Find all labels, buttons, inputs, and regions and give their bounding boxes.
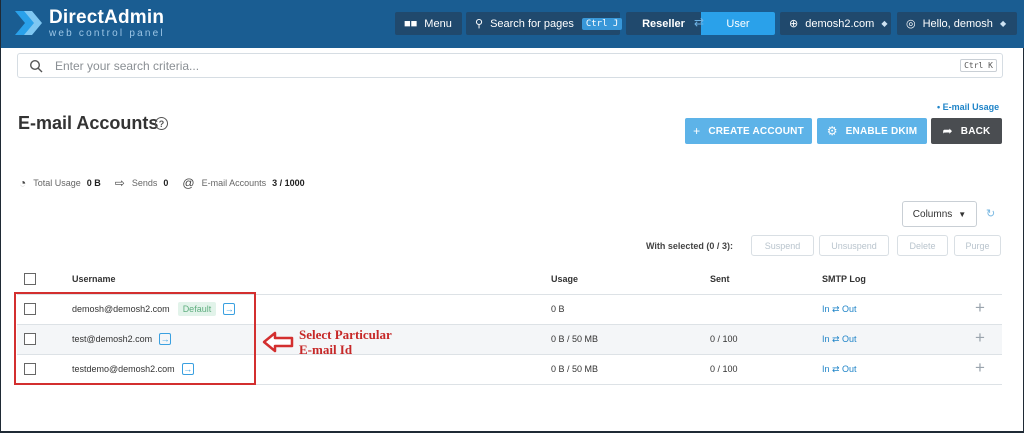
arrow-right-icon: ➦ [942, 124, 953, 138]
sent-cell: 0 / 100 [710, 334, 738, 344]
expand-plus-icon[interactable]: + [975, 298, 985, 318]
usage-cell: 0 B / 50 MB [551, 364, 599, 374]
role-switcher[interactable]: Reseller ⇄ User [626, 12, 775, 35]
column-header-username[interactable]: Username [72, 274, 116, 284]
search-pages-label: Search for pages [490, 17, 574, 30]
search-icon: ⚲ [475, 18, 484, 30]
page-title: E-mail Accounts [18, 113, 159, 133]
send-icon: ⇨ [114, 176, 125, 190]
user-circle-icon: ◎ [906, 18, 916, 30]
caret-down-icon: ▼ [958, 209, 967, 219]
domain-label: demosh2.com [805, 17, 875, 30]
columns-label: Columns [912, 208, 953, 220]
total-usage-value: 0 B [86, 178, 101, 188]
search-shortcut: Ctrl J [581, 17, 623, 30]
sends-label: Sends [131, 178, 158, 188]
column-header-smtp-log[interactable]: SMTP Log [822, 274, 866, 284]
gear-icon: ⚙ [826, 124, 838, 138]
refresh-icon[interactable]: ↻ [986, 207, 995, 220]
usage-cell: 0 B [551, 304, 565, 314]
grid-icon: ■■ [404, 17, 418, 30]
search-shortcut-hint: Ctrl K [960, 59, 997, 72]
swap-icon: ⇄ [694, 15, 705, 29]
domain-selector[interactable]: ⊕ demosh2.com ◆ [780, 12, 891, 35]
chevron-updown-icon: ◆ [999, 19, 1007, 28]
purge-button[interactable]: Purge [954, 235, 1001, 256]
usage-cell: 0 B / 50 MB [551, 334, 599, 344]
menu-button[interactable]: ■■ Menu [395, 12, 462, 35]
chevron-updown-icon: ◆ [881, 19, 888, 28]
sent-cell: 0 / 100 [710, 364, 738, 374]
hello-label: Hello, demosh [922, 17, 993, 30]
with-selected-label: With selected (0 / 3): [646, 241, 733, 251]
menu-label: Menu [424, 17, 452, 30]
email-accounts-value: 3 / 1000 [272, 178, 305, 188]
smtp-log-link[interactable]: In ⇄ Out [822, 364, 857, 375]
app-frame: DirectAdmin web control panel ■■ Menu ⚲ … [0, 0, 1024, 433]
sends-value: 0 [163, 178, 169, 188]
search-input[interactable] [55, 58, 955, 73]
columns-dropdown[interactable]: Columns ▼ [902, 201, 977, 227]
annotation-line-2: E-mail Id [299, 342, 353, 357]
delete-button[interactable]: Delete [897, 235, 948, 256]
annotation-line-1: Select Particular [299, 327, 392, 342]
help-icon[interactable]: ? [155, 117, 168, 130]
reseller-toggle[interactable]: Reseller [626, 12, 701, 35]
create-account-button[interactable]: + CREATE ACCOUNT [685, 118, 812, 144]
brand-logo[interactable]: DirectAdmin web control panel [13, 7, 165, 39]
user-menu[interactable]: ◎ Hello, demosh ◆ [897, 12, 1017, 35]
total-usage-label: Total Usage [33, 178, 81, 188]
email-accounts-label: E-mail Accounts [201, 178, 267, 188]
brand-name: DirectAdmin [49, 6, 165, 28]
back-button[interactable]: ➦ BACK [931, 118, 1002, 144]
create-account-label: CREATE ACCOUNT [708, 125, 804, 137]
at-sign-icon: @ [182, 176, 195, 190]
enable-dkim-button[interactable]: ⚙ ENABLE DKIM [817, 118, 927, 144]
column-header-usage[interactable]: Usage [551, 274, 578, 284]
select-all-checkbox[interactable] [24, 273, 36, 285]
brand-tagline: web control panel [49, 27, 165, 39]
top-bar: DirectAdmin web control panel ■■ Menu ⚲ … [1, 0, 1024, 48]
column-header-sent[interactable]: Sent [710, 274, 730, 284]
usage-stats: ◔ Total Usage 0 B ⇨ Sends 0 @ E-mail Acc… [19, 176, 319, 190]
annotation-arrow-icon [262, 331, 294, 353]
enable-dkim-label: ENABLE DKIM [845, 125, 918, 137]
search-pages-button[interactable]: ⚲ Search for pages Ctrl J [466, 12, 623, 35]
plus-icon: + [693, 124, 701, 138]
directadmin-logo-icon [15, 11, 42, 35]
email-usage-link[interactable]: • E-mail Usage [937, 102, 999, 112]
back-label: BACK [960, 125, 991, 137]
expand-plus-icon[interactable]: + [975, 358, 985, 378]
expand-plus-icon[interactable]: + [975, 328, 985, 348]
unsuspend-button[interactable]: Unsuspend [819, 235, 889, 256]
globe-icon: ⊕ [789, 18, 799, 30]
user-toggle[interactable]: User [701, 12, 775, 35]
suspend-button[interactable]: Suspend [751, 235, 814, 256]
search-bar: Ctrl K [17, 53, 1003, 78]
smtp-log-link[interactable]: In ⇄ Out [822, 334, 857, 345]
annotation-highlight-box [14, 292, 256, 385]
pie-chart-icon: ◔ [19, 176, 27, 190]
search-icon [29, 59, 43, 72]
annotation-text: Select Particular E-mail Id [299, 327, 392, 357]
smtp-log-link[interactable]: In ⇄ Out [822, 304, 857, 315]
